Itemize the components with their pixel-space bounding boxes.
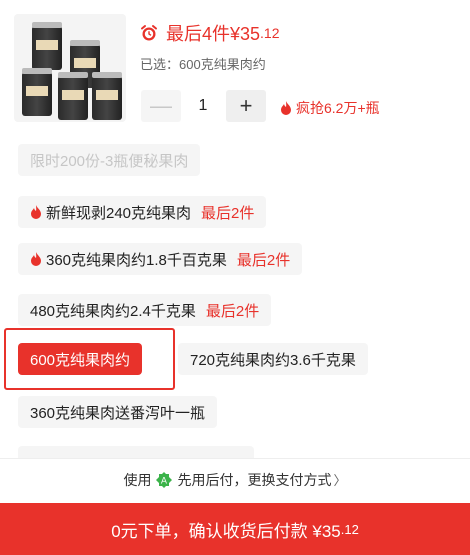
option-label: 新鲜现剥240克纯果肉	[46, 204, 192, 222]
product-header: 最后4件¥35.12 已选：600克纯果肉约 — 1 + 疯抢6.2万+瓶	[0, 0, 470, 140]
price-text: 最后4件¥35	[166, 24, 261, 44]
payment-method-row[interactable]: 使用 A 先用后付，更换支付方式 〉	[0, 458, 470, 500]
flame-icon	[31, 205, 41, 219]
option-chip[interactable]: 360克纯果肉约1.8千百克果 最后2件	[18, 243, 303, 275]
quantity-value[interactable]: 1	[181, 90, 225, 122]
flame-icon	[281, 101, 291, 115]
jar-image	[22, 68, 52, 116]
option-chip[interactable]: 新鲜现剥240克纯果肉 最后2件	[18, 196, 267, 228]
selected-value: 600克纯果肉约	[179, 57, 266, 72]
option-label: 360克纯果肉约1.8千百克果	[46, 251, 227, 269]
price-line: 最后4件¥35.12	[140, 20, 280, 46]
option-chip[interactable]: 480克纯果肉约2.4千克果 最后2件	[18, 294, 272, 326]
svg-text:A: A	[161, 476, 168, 486]
selected-label: 已选：	[140, 57, 180, 72]
selected-spec: 已选：600克纯果肉约	[140, 54, 266, 73]
order-button[interactable]: 0元下单，确认收货后付款 ¥35.12	[0, 503, 470, 555]
option-chip[interactable]: 360克纯果肉送番泻叶一瓶	[18, 396, 218, 428]
order-button-label: 0元下单，确认收货后付款 ¥35	[111, 521, 341, 541]
payment-prefix: 使用	[123, 471, 152, 488]
pay-later-icon: A	[156, 471, 173, 488]
jar-image	[92, 72, 122, 120]
order-button-decimal: .12	[340, 521, 359, 537]
quantity-minus-button[interactable]: —	[141, 90, 181, 122]
option-chip: 限时200份-3瓶便秘果肉	[18, 144, 201, 176]
option-chip-partial[interactable]	[18, 446, 254, 458]
stock-tag: 最后2件	[205, 302, 260, 320]
stock-tag: 最后2件	[201, 204, 255, 222]
option-label: 600克纯果肉约	[30, 351, 131, 369]
jar-image	[58, 72, 88, 120]
product-image[interactable]	[14, 14, 126, 122]
alarm-icon	[141, 25, 157, 41]
flame-icon	[31, 252, 41, 266]
stock-tag: 最后2件	[236, 251, 291, 269]
jar-image	[32, 22, 62, 70]
option-label: 720克纯果肉约3.6千克果	[190, 351, 356, 369]
option-label: 360克纯果肉送番泻叶一瓶	[30, 404, 206, 422]
option-label: 480克纯果肉约2.4千克果	[30, 302, 196, 320]
hot-sales-info: 疯抢6.2万+瓶	[280, 98, 380, 118]
payment-text: 先用后付，更换支付方式	[177, 471, 332, 488]
chevron-right-icon: 〉	[333, 473, 347, 488]
quantity-plus-button[interactable]: +	[226, 90, 266, 122]
price-decimal: .12	[260, 25, 280, 41]
option-chip[interactable]: 720克纯果肉约3.6千克果	[178, 343, 368, 375]
option-chip-selected[interactable]: 600克纯果肉约	[18, 343, 143, 375]
hot-sales-text: 疯抢6.2万+瓶	[296, 100, 380, 116]
option-label: 限时200份-3瓶便秘果肉	[30, 152, 189, 170]
